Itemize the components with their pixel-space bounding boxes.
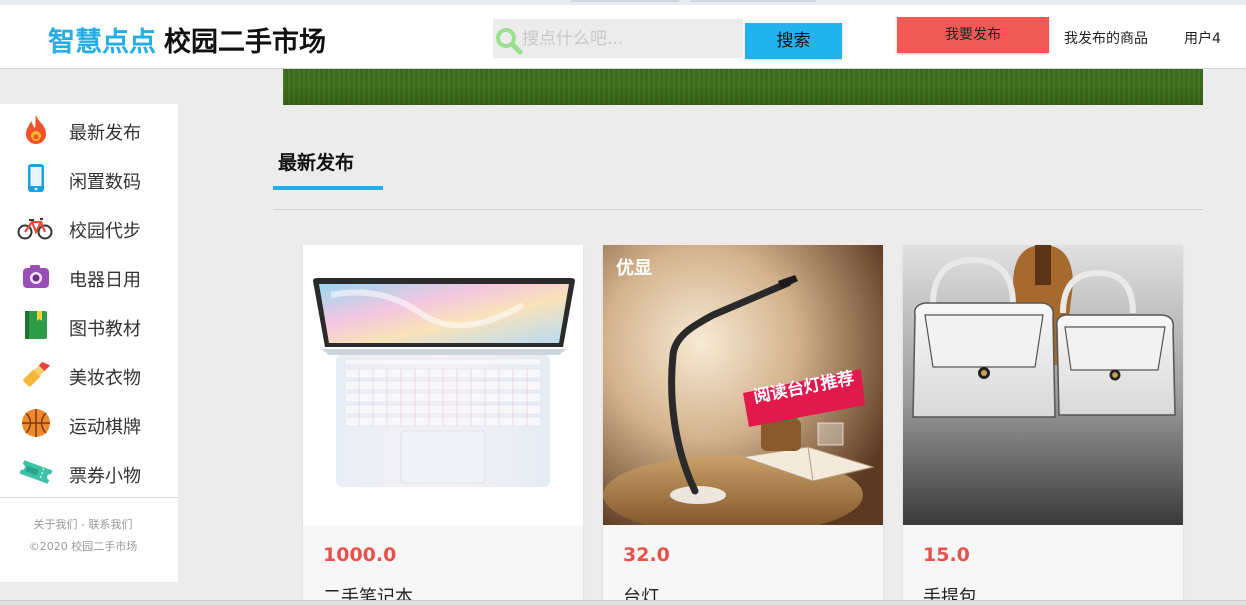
search-box [493, 19, 743, 58]
sidebar-item-sports[interactable]: 运动棋牌 [0, 401, 178, 445]
image-tag: 优显 [616, 258, 652, 279]
site-subtitle: 校园二手市场 [164, 27, 326, 58]
laptop-image[interactable] [303, 245, 583, 525]
sidebar-item-label: 票券小物 [69, 466, 141, 487]
section-divider [273, 209, 1203, 210]
sidebar-item-label: 运动棋牌 [69, 417, 141, 438]
sidebar-item-latest[interactable]: 最新发布 [0, 107, 178, 151]
site-header: 智慧点点校园二手市场 搜索 我要发布 我发布的商品 用户4 [0, 5, 1246, 69]
basketball-icon [22, 409, 50, 437]
sidebar-item-transport[interactable]: 校园代步 [0, 205, 178, 249]
user-link[interactable]: 用户4 [1184, 28, 1221, 48]
sidebar-item-tickets[interactable]: 票券小物 [0, 450, 178, 494]
sidebar-item-appliances[interactable]: 电器日用 [0, 254, 178, 298]
sidebar-item-beauty[interactable]: 美妆衣物 [0, 352, 178, 396]
product-price: 32.0 [623, 544, 670, 566]
browser-tab-indicator [571, 0, 679, 2]
search-input[interactable] [522, 19, 737, 58]
about-contact-links[interactable]: 关于我们 - 联系我们 [0, 516, 166, 532]
bottom-edge [0, 600, 1246, 605]
sidebar-item-digital[interactable]: 闲置数码 [0, 156, 178, 200]
book-icon [25, 311, 47, 339]
copyright: ©2020 校园二手市场 [28, 540, 138, 553]
sidebar-item-label: 闲置数码 [69, 172, 141, 193]
search-button[interactable]: 搜索 [745, 23, 842, 59]
browser-tab-indicator [690, 0, 816, 2]
product-card[interactable]: 优显 阅读台灯推荐 32.0 台灯 [603, 245, 883, 605]
section-title-underline [273, 186, 383, 190]
site-logo[interactable]: 智慧点点 校园二手市场 [48, 20, 326, 59]
phone-icon [28, 164, 44, 192]
product-price: 15.0 [923, 544, 970, 566]
product-card[interactable]: 1000.0 二手笔记本 [303, 245, 583, 605]
publish-button[interactable]: 我要发布 [897, 17, 1049, 53]
sidebar-item-books[interactable]: 图书教材 [0, 303, 178, 347]
product-price: 1000.0 [323, 544, 397, 566]
sidebar-item-label: 美妆衣物 [69, 368, 141, 389]
product-card[interactable]: 15.0 手提包 [903, 245, 1183, 605]
category-sidebar: 最新发布 闲置数码 校园代步 电器日用 图书教材 美妆衣物 运动棋牌 票券小物 … [0, 104, 178, 582]
search-icon [496, 28, 523, 55]
desk-lamp-image[interactable]: 优显 阅读台灯推荐 [603, 245, 883, 525]
sidebar-item-label: 最新发布 [69, 123, 141, 144]
sidebar-item-label: 电器日用 [69, 270, 141, 291]
camera-icon [23, 265, 49, 288]
my-items-link[interactable]: 我发布的商品 [1064, 28, 1148, 48]
brand-name: 智慧点点 [48, 27, 156, 58]
handbag-image[interactable] [903, 245, 1183, 525]
grass-banner-image[interactable] [283, 69, 1203, 105]
ticket-icon [19, 460, 53, 484]
sidebar-divider [0, 497, 178, 498]
fire-icon [26, 115, 46, 144]
sidebar-item-label: 校园代步 [69, 221, 141, 242]
section-title: 最新发布 [278, 152, 355, 174]
bicycle-icon [17, 218, 53, 240]
sidebar-item-label: 图书教材 [69, 319, 141, 340]
lipstick-icon [23, 361, 51, 387]
